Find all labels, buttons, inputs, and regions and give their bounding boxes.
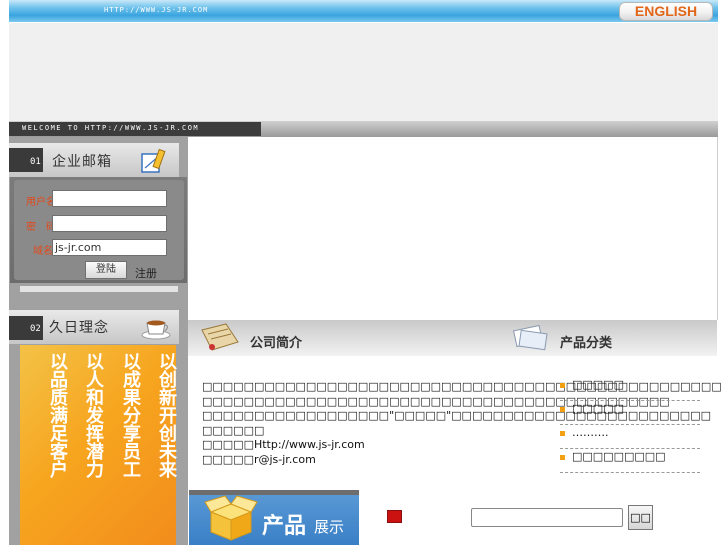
calligraphy-column: 以创新开创未来 [156, 352, 177, 478]
product-categories-title: 产品分类 [560, 336, 613, 351]
search-button[interactable]: □□ [628, 505, 653, 530]
company-intro-text: □□□□□□□□□□□□□□□□□□□□□□□□□□□□□□□□□□□□□□□□… [202, 380, 722, 467]
main-content-area [188, 137, 718, 320]
banner-area [9, 23, 718, 121]
product-category-item[interactable]: □□□□□□□□□ [560, 449, 700, 473]
domain-label: 域名 [33, 246, 53, 257]
search-input[interactable] [471, 508, 623, 527]
box-icon [203, 494, 258, 542]
intro-line: □□□□□□□□□□□□□□□□□□□□□□□□□□□□□□□□□□□□□□□□… [202, 394, 670, 408]
login-button-label: 登陆 [96, 264, 116, 275]
product-category-item[interactable]: ………. [560, 425, 700, 449]
password-input[interactable] [52, 215, 167, 232]
intro-line: □□□□□r@js-jr.com [202, 452, 316, 466]
mail-section-number: 01 [30, 157, 41, 167]
username-input[interactable] [52, 190, 167, 207]
intro-line: □□□□□□ [202, 423, 265, 437]
red-flag-icon[interactable] [387, 510, 402, 523]
english-button[interactable]: ENGLISH [619, 2, 713, 21]
welcome-text: WELCOME TO HTTP://WWW.JS-JR.COM [22, 124, 200, 132]
bullet-icon [560, 383, 565, 388]
bullet-icon [560, 455, 565, 460]
product-category-label: ………. [572, 426, 609, 439]
philosophy-section-number: 02 [30, 324, 41, 334]
product-category-label: □□□□□ [572, 378, 624, 391]
products-showcase-title: 产品 [262, 514, 307, 539]
company-intro-title: 公司简介 [250, 336, 303, 351]
calligraphy-column: 以品质满足客户 [47, 352, 68, 478]
calligraphy-column: 以成果分享员工 [120, 352, 141, 478]
documents-icon [512, 322, 552, 352]
product-category-item[interactable]: □□□□□ [560, 377, 700, 401]
login-button[interactable]: 登陆 [85, 261, 127, 279]
teacup-icon [140, 313, 172, 341]
product-category-item[interactable]: □□□□□ [560, 401, 700, 425]
mail-panel-bottom [20, 286, 178, 292]
top-url-text: HTTP://WWW.JS-JR.COM [104, 6, 209, 14]
product-category-label: □□□□□ [572, 402, 624, 415]
mail-section-title: 企业邮箱 [52, 154, 112, 170]
products-showcase-subtitle: 展示 [314, 518, 345, 536]
intro-line: □□□□□□□□□□□□□□□□□□"□□□□□"□□□□□□□□□□□□□□□… [202, 409, 711, 422]
bullet-icon [560, 431, 565, 436]
mail-icon [141, 148, 167, 174]
product-category-label: □□□□□□□□□ [572, 450, 666, 463]
philosophy-section-title: 久日理念 [49, 320, 109, 336]
register-link[interactable]: 注册 [135, 265, 157, 281]
calligraphy-column: 以人和发挥潜力 [83, 352, 104, 478]
intro-line: □□□□□Http://www.js-jr.com [202, 438, 365, 451]
domain-input[interactable]: js-jr.com [52, 239, 167, 256]
scroll-icon [198, 322, 242, 352]
intro-line: □□□□□□□□□□□□□□□□□□□□□□□□□□□□□□□□□□□□□□□□… [202, 380, 722, 393]
bullet-icon [560, 407, 565, 412]
